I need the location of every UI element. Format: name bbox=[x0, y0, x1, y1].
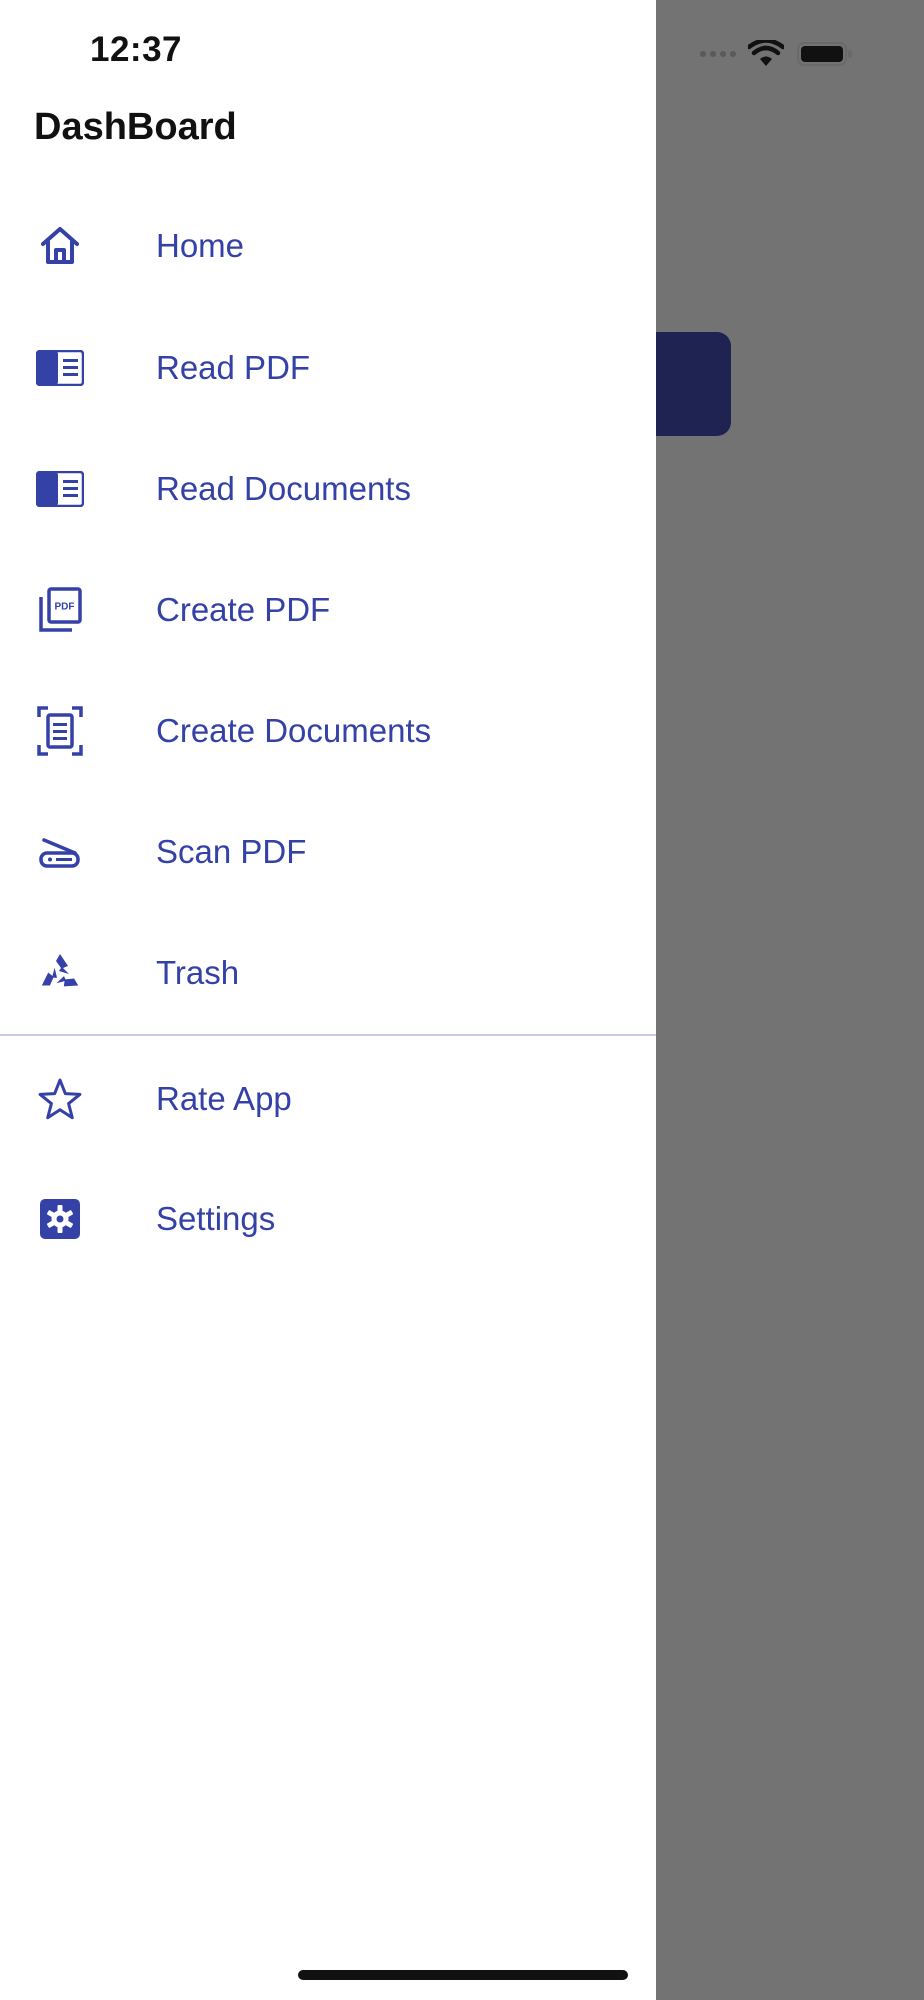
star-icon bbox=[36, 1075, 84, 1123]
menu-item-rate-app[interactable]: Rate App bbox=[0, 1049, 656, 1149]
status-time: 12:37 bbox=[90, 30, 183, 69]
settings-icon bbox=[36, 1195, 84, 1243]
battery-icon bbox=[797, 42, 852, 66]
menu-item-label: Rate App bbox=[156, 1080, 292, 1117]
reader-icon bbox=[36, 465, 84, 513]
navigation-drawer: 12:37 DashBoard Home Read PDF Read Docum… bbox=[0, 0, 656, 2000]
menu-item-label: Trash bbox=[156, 954, 240, 991]
scanner-icon bbox=[36, 828, 84, 876]
status-icons bbox=[700, 36, 854, 72]
wifi-icon bbox=[748, 40, 784, 66]
recycle-icon bbox=[36, 949, 84, 997]
menu-item-trash[interactable]: Trash bbox=[0, 923, 656, 1023]
menu-item-read-documents[interactable]: Read Documents bbox=[0, 439, 656, 539]
document-scan-icon bbox=[36, 706, 84, 756]
menu-item-settings[interactable]: Settings bbox=[0, 1169, 656, 1269]
menu-item-label: Home bbox=[156, 227, 245, 264]
menu-item-create-pdf[interactable]: PDF Create PDF bbox=[0, 560, 656, 660]
menu-item-label: Scan PDF bbox=[156, 833, 307, 870]
menu-divider bbox=[0, 1034, 656, 1036]
svg-text:PDF: PDF bbox=[55, 602, 75, 613]
menu-item-label: Create Documents bbox=[156, 712, 432, 749]
drawer-title: DashBoard bbox=[34, 106, 237, 148]
menu-item-home[interactable]: Home bbox=[0, 196, 656, 296]
cellular-signal-icon bbox=[700, 51, 736, 57]
menu-item-read-pdf[interactable]: Read PDF bbox=[0, 318, 656, 418]
home-icon bbox=[36, 222, 84, 270]
menu-item-scan-pdf[interactable]: Scan PDF bbox=[0, 802, 656, 902]
menu-item-label: Create PDF bbox=[156, 591, 331, 628]
menu-item-create-documents[interactable]: Create Documents bbox=[0, 681, 656, 781]
menu-item-label: Settings bbox=[156, 1200, 276, 1237]
menu-item-label: Read Documents bbox=[156, 470, 411, 507]
drawer-scrim[interactable] bbox=[656, 0, 924, 2000]
menu-item-label: Read PDF bbox=[156, 349, 311, 386]
home-indicator[interactable] bbox=[298, 1970, 628, 1980]
pdf-stack-icon: PDF bbox=[36, 586, 84, 634]
reader-icon bbox=[36, 344, 84, 392]
